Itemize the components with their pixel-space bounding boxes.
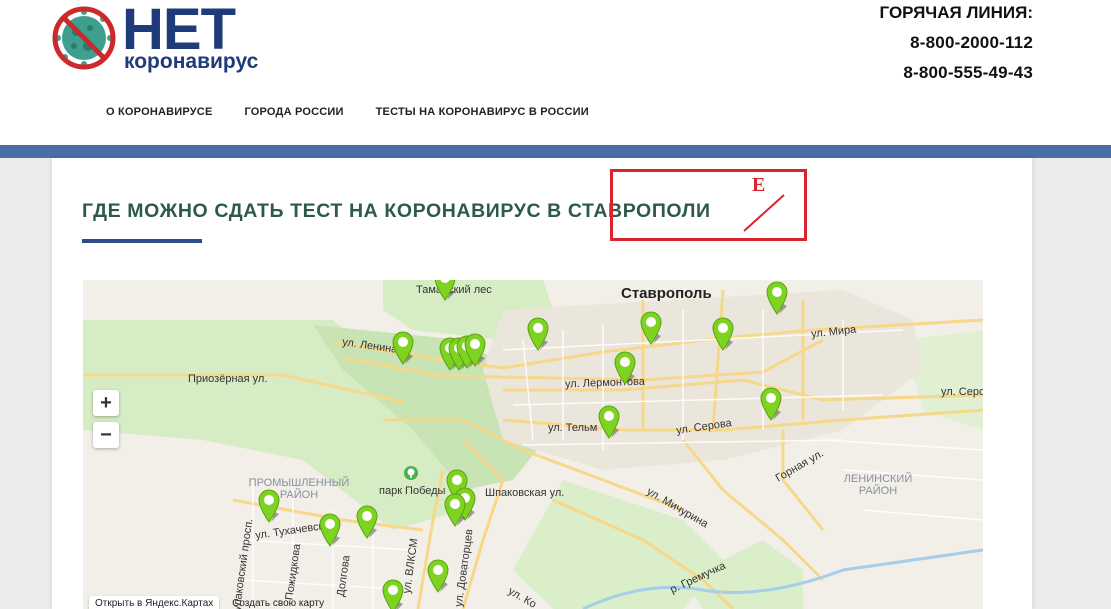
map-footer: Открыть в Яндекс.Картах Создать свою кар… — [89, 596, 324, 609]
main-nav: О КОРОНАВИРУСЕ ГОРОДА РОССИИ ТЕСТЫ НА КО… — [106, 106, 589, 118]
test-location-pin[interactable] — [639, 310, 663, 346]
test-location-pin[interactable] — [759, 386, 783, 422]
map-label-len-district: ЛЕНИНСКИЙ РАЙОН — [843, 473, 913, 497]
test-location-pin[interactable] — [613, 350, 637, 386]
title-underline — [82, 239, 202, 243]
test-location-pin[interactable] — [443, 492, 467, 528]
test-location-pin[interactable] — [597, 404, 621, 440]
logo-subtitle: коронавирус — [124, 50, 259, 73]
hotline-phone-1[interactable]: 8-800-2000-112 — [880, 33, 1033, 53]
no-virus-icon — [52, 6, 116, 70]
nav-item-about[interactable]: О КОРОНАВИРУСЕ — [106, 106, 212, 118]
test-location-pin[interactable] — [433, 280, 457, 302]
map-label-priozernaya: Приозёрная ул. — [188, 373, 268, 385]
hotline-phone-2[interactable]: 8-800-555-49-43 — [880, 63, 1033, 83]
create-map-link[interactable]: Создать свою карту — [232, 598, 324, 609]
map-label-shpakovskaya: Шпаковская ул. — [485, 487, 565, 499]
test-location-pin[interactable] — [318, 512, 342, 548]
test-location-pin[interactable] — [257, 488, 281, 524]
test-location-pin[interactable] — [765, 280, 789, 316]
hotline-title: ГОРЯЧАЯ ЛИНИЯ: — [879, 3, 1033, 22]
test-location-pin[interactable] — [711, 316, 735, 352]
park-icon — [404, 466, 418, 480]
zoom-out-button[interactable]: − — [93, 422, 119, 448]
test-location-pin[interactable] — [381, 578, 405, 609]
nav-item-tests[interactable]: ТЕСТЫ НА КОРОНАВИРУС В РОССИИ — [376, 106, 589, 118]
nav-item-cities[interactable]: ГОРОДА РОССИИ — [244, 106, 343, 118]
site-header: НЕТ коронавирус ГОРЯЧАЯ ЛИНИЯ: 8-800-200… — [0, 0, 1111, 145]
map-label-telman: ул. Тельм — [548, 422, 598, 434]
test-location-pin[interactable] — [391, 330, 415, 366]
test-location-pin[interactable] — [526, 316, 550, 352]
zoom-in-button[interactable]: + — [93, 390, 119, 416]
content-card: ГДЕ МОЖНО СДАТЬ ТЕСТ НА КОРОНАВИРУС В СТ… — [52, 158, 1032, 609]
test-location-pin[interactable] — [463, 332, 487, 368]
site-logo[interactable]: НЕТ коронавирус — [52, 0, 282, 76]
map-label-serova-right: ул. Серо — [941, 386, 983, 398]
yandex-map[interactable]: Таманский лес Ставрополь ул. Ленина ул. … — [83, 280, 983, 609]
annotation-strike-icon — [743, 194, 785, 232]
hotline: ГОРЯЧАЯ ЛИНИЯ: 8-800-2000-112 8-800-555-… — [880, 3, 1033, 93]
map-label-city: Ставрополь — [621, 285, 712, 302]
header-divider-bar — [0, 145, 1111, 158]
open-in-yandex-button[interactable]: Открыть в Яндекс.Картах — [89, 596, 220, 609]
map-label-park: парк Победы — [379, 485, 446, 497]
test-location-pin[interactable] — [355, 504, 379, 540]
test-location-pin[interactable] — [426, 558, 450, 594]
